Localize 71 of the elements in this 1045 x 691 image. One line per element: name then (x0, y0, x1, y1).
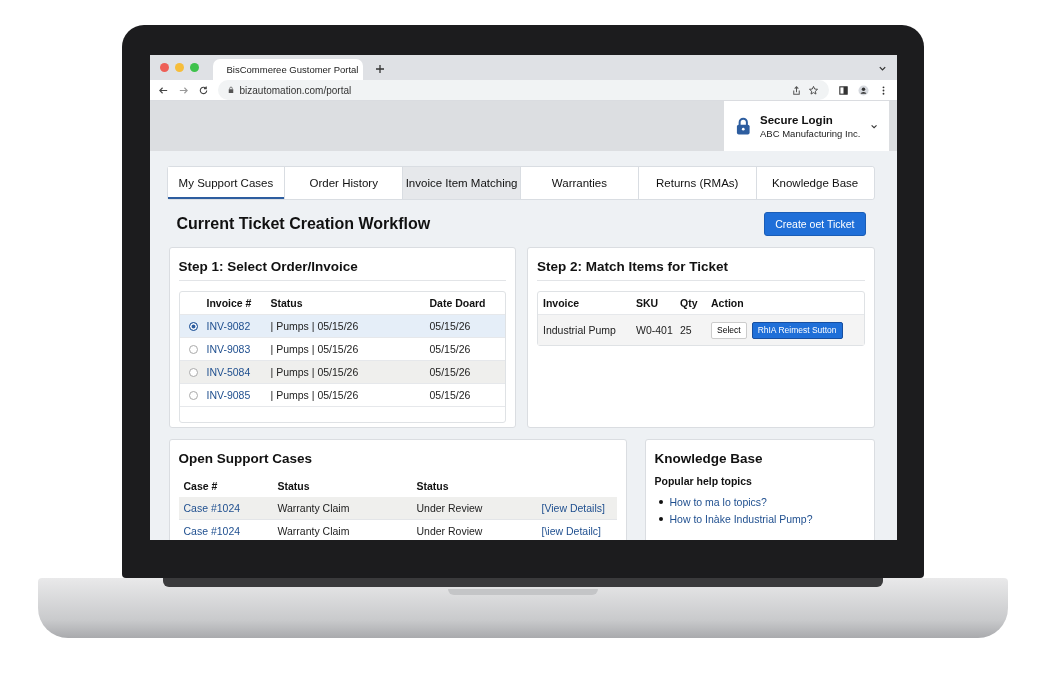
browser-tab[interactable]: BisCommeree Gustomer Portal (212, 59, 363, 80)
help-link[interactable]: How to ma lo topics? (669, 495, 767, 508)
column-header: Status (416, 480, 450, 492)
section-subtitle: Popular help topics (654, 475, 753, 487)
create-ticket-button[interactable]: Create oet Ticket (764, 212, 866, 236)
request-button[interactable]: RhIA Reimest Sutton (751, 321, 843, 339)
share-icon[interactable] (790, 84, 802, 96)
table-cell-text: 25 (680, 324, 693, 336)
column-header: Status (277, 480, 311, 492)
panel-title: Step 1: Select Order/Invoice (178, 248, 506, 281)
invoice-link[interactable]: INV-9085 (206, 389, 271, 401)
help-link[interactable]: How to Inàke Industrial Pump? (669, 512, 813, 525)
lock-icon (227, 86, 234, 94)
panel-title: Step 2: Match Items for Ticket (537, 248, 865, 281)
invoice-link[interactable]: INV-9083 (206, 343, 271, 355)
column-header: Case # (183, 480, 219, 492)
table-cell-text: Warranty Claim (277, 525, 351, 537)
view-details-link[interactable]: [\iew Detailc] (541, 525, 617, 537)
address-bar[interactable]: bizautomation.com/portal (217, 80, 829, 100)
nav-tab[interactable]: Invoice Item Matching (403, 167, 521, 199)
profile-icon[interactable] (857, 84, 869, 96)
case-link[interactable]: Case #1024 (183, 502, 278, 514)
invoice-link[interactable]: INV-5084 (206, 366, 271, 378)
table-cell-text: Under Roview (416, 525, 484, 537)
radio-button[interactable] (188, 321, 198, 331)
chevron-down-icon[interactable] (877, 64, 887, 73)
table-cell-text: 05/15/26 (429, 320, 472, 332)
table-cell-text: 05/15/26 (429, 366, 472, 378)
column-header: Invoice # (206, 297, 253, 309)
account-title: Secure Login (760, 113, 834, 126)
company-name: ABC Manufacturing Inc. (760, 127, 861, 139)
column-header: Invoice (543, 297, 581, 309)
table-cell-text: | Pumps | 05/15/26 (270, 366, 360, 378)
column-header: Date Doard (429, 297, 487, 309)
account-card[interactable]: Secure Login ABC Manufacturing Inc. (723, 101, 889, 151)
radio-button[interactable] (188, 367, 198, 377)
new-tab-icon[interactable] (374, 64, 385, 74)
invoice-row[interactable]: INV-9085 | Pumps | 05/15/26 05/15/26 (179, 384, 505, 407)
page-heading: Current Ticket Creation Workflow (176, 215, 431, 233)
padlock-icon (735, 116, 750, 136)
table-cell-text: | Pumps | 05/15/26 (270, 343, 360, 355)
bullet-icon (658, 516, 663, 521)
table-cell-text: Industrial Pump (543, 324, 617, 336)
table-cell-text: | Pumps | 05/15/26 (270, 320, 360, 332)
invoice-row[interactable]: INV-9082 | Pumps | 05/15/26 05/15/26 (179, 315, 505, 338)
table-cell-text: | Pumps | 05/15/26 (270, 389, 360, 401)
column-header: Status (270, 297, 304, 309)
invoice-row[interactable]: INV-5084 | Pumps | 05/15/26 05/15/26 (179, 361, 505, 384)
table-cell-text: 05/15/26 (429, 389, 472, 401)
url-text: bizautomation.com/portal (239, 84, 352, 96)
table-cell-text: Warranty Claim (277, 502, 351, 514)
table-cell-text: W0-401 (636, 324, 674, 336)
close-window-icon[interactable] (159, 63, 169, 72)
table-cell-text: Under Review (416, 502, 484, 514)
panel-title: Knowledge Base (654, 450, 764, 468)
invoice-link[interactable]: INV-9082 (206, 320, 271, 332)
radio-button[interactable] (188, 344, 198, 354)
select-button[interactable]: Select (711, 321, 747, 339)
column-header: Qty (680, 297, 699, 309)
panel-title: Open Support Cases (178, 450, 314, 468)
nav-tab[interactable]: My Support Cases (167, 167, 286, 199)
bullet-icon (658, 499, 663, 504)
star-icon[interactable] (807, 84, 819, 96)
reload-icon[interactable] (197, 84, 209, 96)
view-details-link[interactable]: [View Details] (541, 502, 617, 514)
column-header: SKU (636, 297, 660, 309)
radio-button[interactable] (188, 390, 198, 400)
case-link[interactable]: Case #1024 (183, 525, 278, 537)
table-cell-text: 05/15/26 (429, 343, 472, 355)
column-header: Action (711, 297, 745, 309)
sidebar-icon[interactable] (837, 84, 849, 96)
